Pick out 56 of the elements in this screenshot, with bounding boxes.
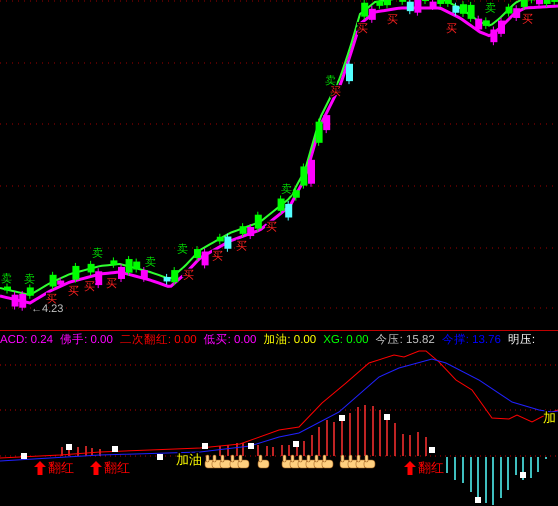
reversal-label: 翻红 [104, 461, 130, 476]
indicator-value: 今压: 15.82 [376, 332, 435, 347]
signal-marker [475, 497, 481, 503]
signal-marker [248, 443, 254, 449]
buy-signal: 买 [84, 280, 95, 294]
buy-signal: 买 [266, 220, 277, 234]
signal-marker [66, 444, 72, 450]
signal-marker [384, 414, 390, 420]
buy-signal: 买 [183, 268, 194, 282]
sell-signal: 卖 [1, 272, 12, 286]
candlestick [346, 60, 353, 85]
hand-icon [238, 454, 250, 468]
reversal-label: 翻红 [48, 461, 74, 476]
signal-marker [202, 443, 208, 449]
hand-icon [322, 454, 334, 468]
sell-signal: 卖 [325, 74, 336, 87]
indicator-value: ACD: 0.24 [0, 334, 54, 346]
up-arrow-icon [34, 461, 46, 475]
buy-signal: 买 [68, 284, 79, 298]
indicator-value: 加油: 0.00 [263, 332, 316, 347]
buy-signal: 买 [212, 249, 223, 262]
indicator-value: 今撑: 13.76 [442, 332, 501, 347]
buy-signal: 买 [446, 22, 457, 35]
indicator-value: 二次翻红: 0.00 [120, 332, 197, 347]
up-arrow-icon [404, 461, 416, 475]
hand-icon [364, 454, 376, 468]
sell-signal: 卖 [281, 182, 292, 196]
sell-signal: 卖 [145, 255, 156, 268]
signal-marker [112, 446, 118, 452]
refuel-label: 加油 [176, 453, 202, 468]
hand-icon [258, 454, 270, 468]
signal-marker [339, 415, 345, 421]
candlestick [72, 262, 80, 284]
buy-signal: 买 [522, 12, 533, 26]
buy-signal: 买 [46, 292, 57, 306]
up-arrow-icon [90, 461, 102, 475]
indicator-value: 明压: [508, 333, 536, 347]
buy-signal: 买 [236, 239, 247, 252]
sell-signal: 卖 [485, 1, 496, 14]
buy-signal: 买 [387, 13, 398, 26]
signal-marker [293, 441, 299, 447]
signal-marker [157, 454, 163, 460]
low-price-label: ←4.23 [31, 303, 64, 315]
signal-marker [21, 453, 27, 459]
indicator-value: 低买: 0.00 [204, 333, 256, 347]
buy-signal: 买 [106, 277, 117, 290]
indicator-value: XG: 0.00 [323, 334, 369, 346]
indicator-value: 佛手: 0.00 [60, 332, 113, 347]
reversal-label: 翻红 [418, 461, 444, 476]
signal-marker [429, 447, 435, 453]
signal-marker [520, 472, 526, 478]
buy-signal: 买 [330, 85, 341, 98]
sell-signal: 卖 [24, 272, 35, 286]
sell-signal: 卖 [177, 242, 188, 256]
sell-signal: 卖 [92, 246, 103, 260]
refuel-label: 加 [543, 411, 556, 426]
